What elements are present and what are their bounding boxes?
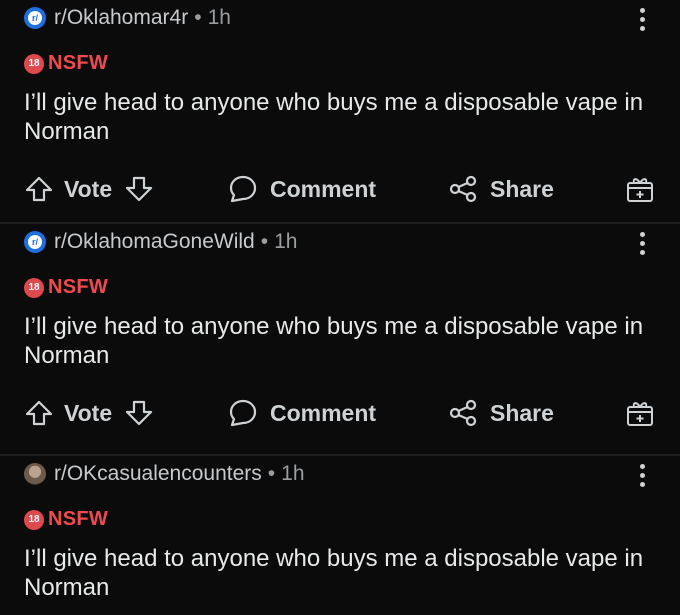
speech-bubble-icon — [228, 398, 258, 428]
post-time: 1h — [274, 230, 298, 253]
nsfw-label: NSFW — [48, 52, 109, 74]
meta-separator: • — [260, 230, 269, 253]
gift-icon[interactable] — [626, 394, 654, 432]
vote-label: Vote — [64, 175, 113, 202]
vote-label: Vote — [64, 399, 113, 426]
nsfw-badge-icon: 18 — [24, 53, 44, 74]
post-feed: r/ r/Oklahomar4r • 1h 18 NSFW I’ll give … — [0, 0, 680, 615]
post-title[interactable]: I’ll give head to anyone who buys me a d… — [24, 544, 654, 602]
comment-label: Comment — [270, 175, 377, 202]
vote-group: Vote — [24, 170, 154, 208]
post-actions: Vote Comment Share — [0, 170, 680, 210]
share-icon — [448, 174, 478, 204]
gift-icon[interactable] — [626, 170, 654, 208]
vote-group: Vote — [24, 394, 154, 432]
post-meta: r/ r/Oklahomar4r • 1h — [24, 5, 231, 31]
nsfw-tag: 18 NSFW — [24, 52, 108, 75]
post-time: 1h — [207, 6, 231, 29]
comment-button[interactable]: Comment — [228, 394, 376, 432]
share-label: Share — [490, 175, 554, 202]
post-card[interactable]: r/ r/OklahomaGoneWild • 1h 18 NSFW I’ll … — [0, 224, 680, 454]
meta-separator: • — [194, 6, 202, 29]
arrow-up-icon[interactable] — [24, 398, 54, 428]
share-icon — [448, 398, 478, 428]
post-meta: r/OKcasualencounters • 1h — [24, 461, 305, 487]
more-options-icon[interactable] — [640, 464, 646, 490]
post-title[interactable]: I’ll give head to anyone who buys me a d… — [24, 88, 654, 146]
post-title[interactable]: I’ll give head to anyone who buys me a d… — [24, 312, 654, 370]
subreddit-avatar-icon[interactable]: r/ — [24, 231, 46, 253]
post-actions: Vote Comment Share — [0, 394, 680, 434]
nsfw-label: NSFW — [48, 508, 109, 530]
comment-label: Comment — [270, 399, 377, 426]
more-options-icon[interactable] — [640, 8, 646, 34]
nsfw-badge-icon: 18 — [24, 509, 44, 530]
nsfw-label: NSFW — [48, 276, 109, 298]
arrow-down-icon[interactable] — [124, 174, 154, 204]
subreddit-avatar-icon[interactable]: r/ — [24, 7, 46, 29]
subreddit-name[interactable]: r/OklahomaGoneWild — [54, 230, 255, 254]
meta-separator: • — [267, 462, 276, 485]
more-options-icon[interactable] — [640, 232, 646, 258]
nsfw-tag: 18 NSFW — [24, 276, 108, 299]
subreddit-avatar-icon[interactable] — [24, 463, 46, 485]
nsfw-badge-icon: 18 — [24, 277, 44, 298]
post-card[interactable]: r/ r/Oklahomar4r • 1h 18 NSFW I’ll give … — [0, 0, 680, 222]
share-button[interactable]: Share — [448, 170, 554, 208]
post-time: 1h — [281, 462, 305, 485]
arrow-down-icon[interactable] — [124, 398, 154, 428]
speech-bubble-icon — [228, 174, 258, 204]
arrow-up-icon[interactable] — [24, 174, 54, 204]
share-button[interactable]: Share — [448, 394, 554, 432]
share-label: Share — [490, 399, 554, 426]
nsfw-tag: 18 NSFW — [24, 508, 108, 531]
subreddit-name[interactable]: r/Oklahomar4r — [54, 6, 188, 30]
subreddit-name[interactable]: r/OKcasualencounters — [54, 462, 262, 486]
post-card[interactable]: r/OKcasualencounters • 1h 18 NSFW I’ll g… — [0, 456, 680, 615]
post-meta: r/ r/OklahomaGoneWild • 1h — [24, 229, 297, 255]
comment-button[interactable]: Comment — [228, 170, 376, 208]
